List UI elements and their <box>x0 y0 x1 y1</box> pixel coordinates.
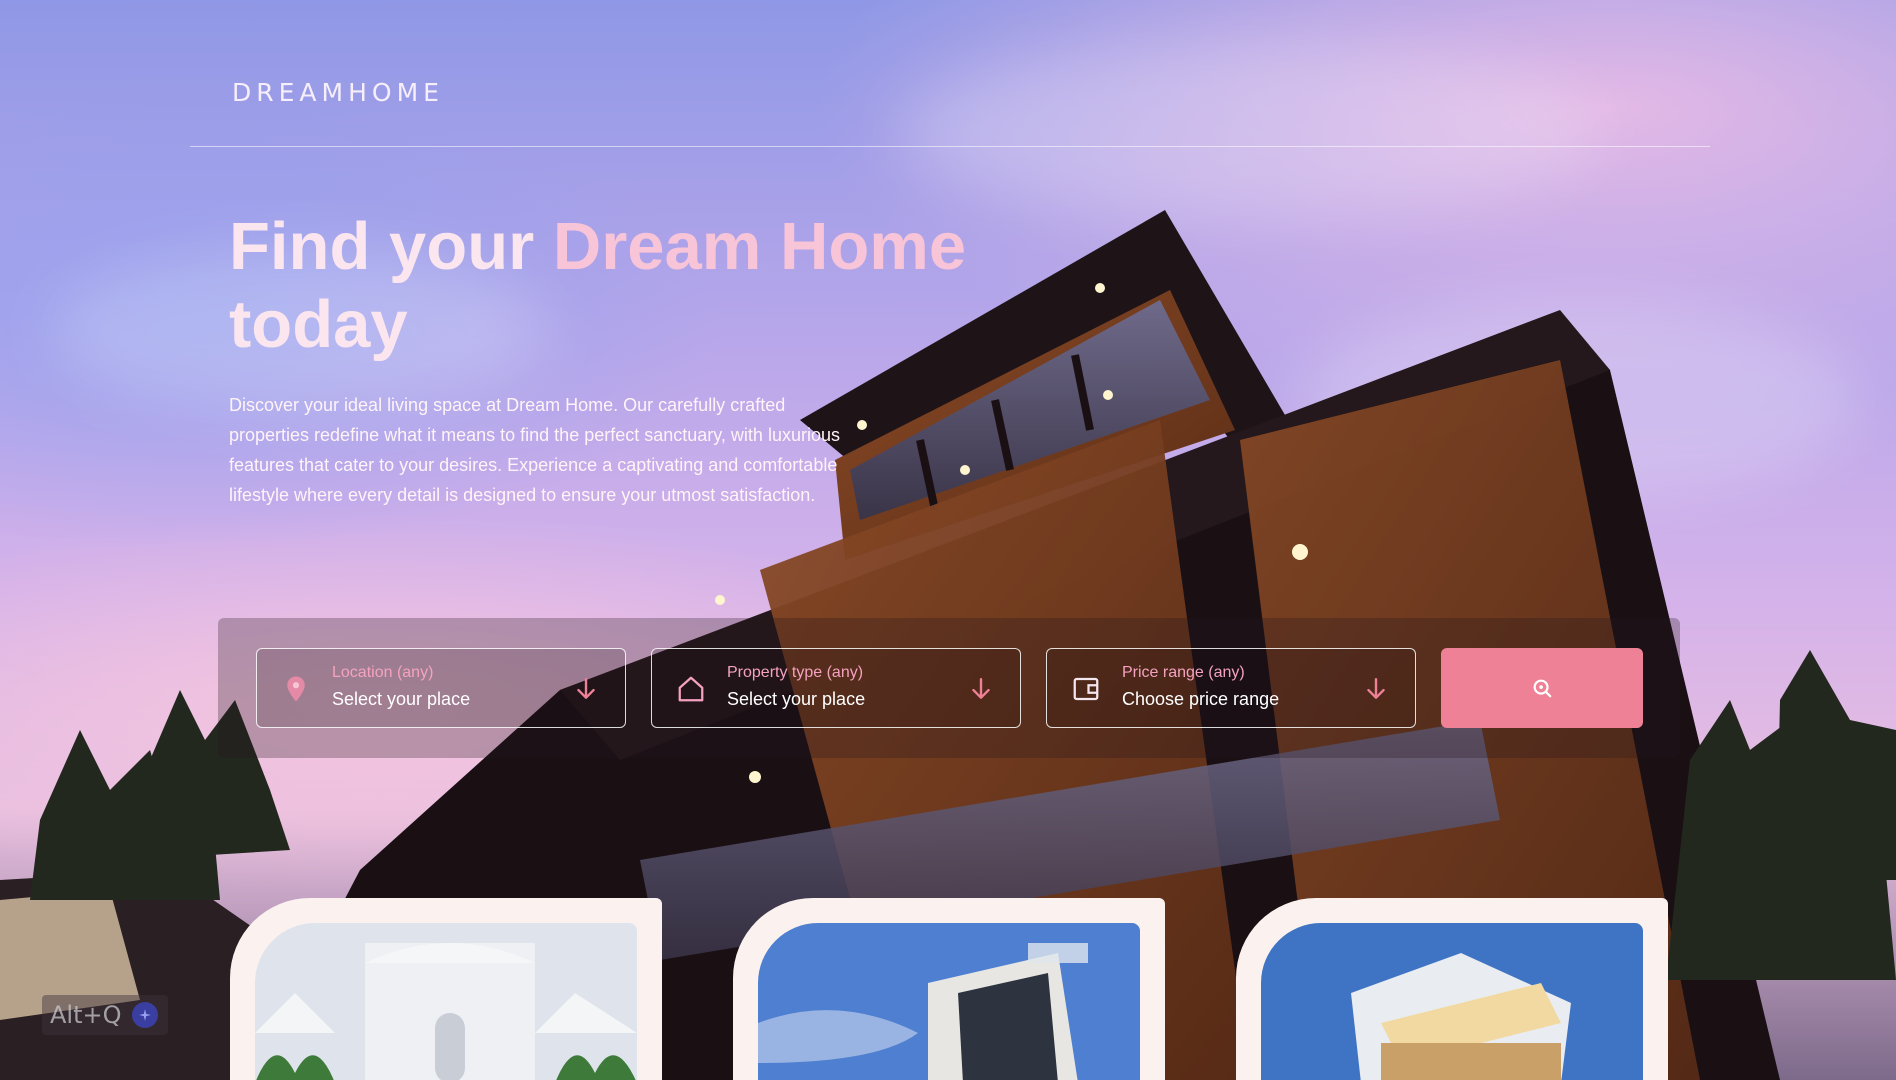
property-type-select[interactable]: Property type (any) Select your place <box>651 648 1021 728</box>
hero-description: Discover your ideal living space at Drea… <box>229 395 840 505</box>
brand-logo[interactable]: DREAMHOME <box>232 78 444 107</box>
property-type-value: Select your place <box>727 689 866 709</box>
location-label: Location (any) <box>332 664 434 681</box>
property-card[interactable] <box>230 898 662 1080</box>
header-divider <box>190 146 1710 147</box>
price-range-value: Choose price range <box>1122 689 1280 709</box>
hero-title: Find your Dream Home today <box>229 208 1049 364</box>
hero-title-part1: Find your <box>229 209 553 284</box>
shortcut-badge[interactable]: Alt+Q <box>42 995 168 1035</box>
arrow-down-icon <box>1367 678 1385 699</box>
wallet-icon <box>1073 677 1099 701</box>
shortcut-label: Alt+Q <box>50 1001 122 1029</box>
location-value: Select your place <box>332 689 471 709</box>
hero-title-accent: Dream Home <box>552 209 967 284</box>
location-select[interactable]: Location (any) Select your place <box>256 648 626 728</box>
arrow-down-icon <box>577 678 595 699</box>
property-photo <box>758 923 1140 1080</box>
price-range-label: Price range (any) <box>1122 664 1245 681</box>
map-pin-icon <box>287 676 305 702</box>
property-card[interactable] <box>1236 898 1668 1080</box>
assistant-icon <box>131 1002 158 1028</box>
property-photo <box>255 923 637 1080</box>
search-icon <box>1533 679 1552 698</box>
price-range-select[interactable]: Price range (any) Choose price range <box>1046 648 1416 728</box>
arrow-down-icon <box>972 678 990 699</box>
property-type-label: Property type (any) <box>727 664 864 681</box>
hero-title-part2: today <box>229 287 408 362</box>
search-button[interactable] <box>1441 648 1643 728</box>
property-photo <box>1261 923 1643 1080</box>
house-icon <box>678 676 704 702</box>
property-card[interactable] <box>733 898 1165 1080</box>
